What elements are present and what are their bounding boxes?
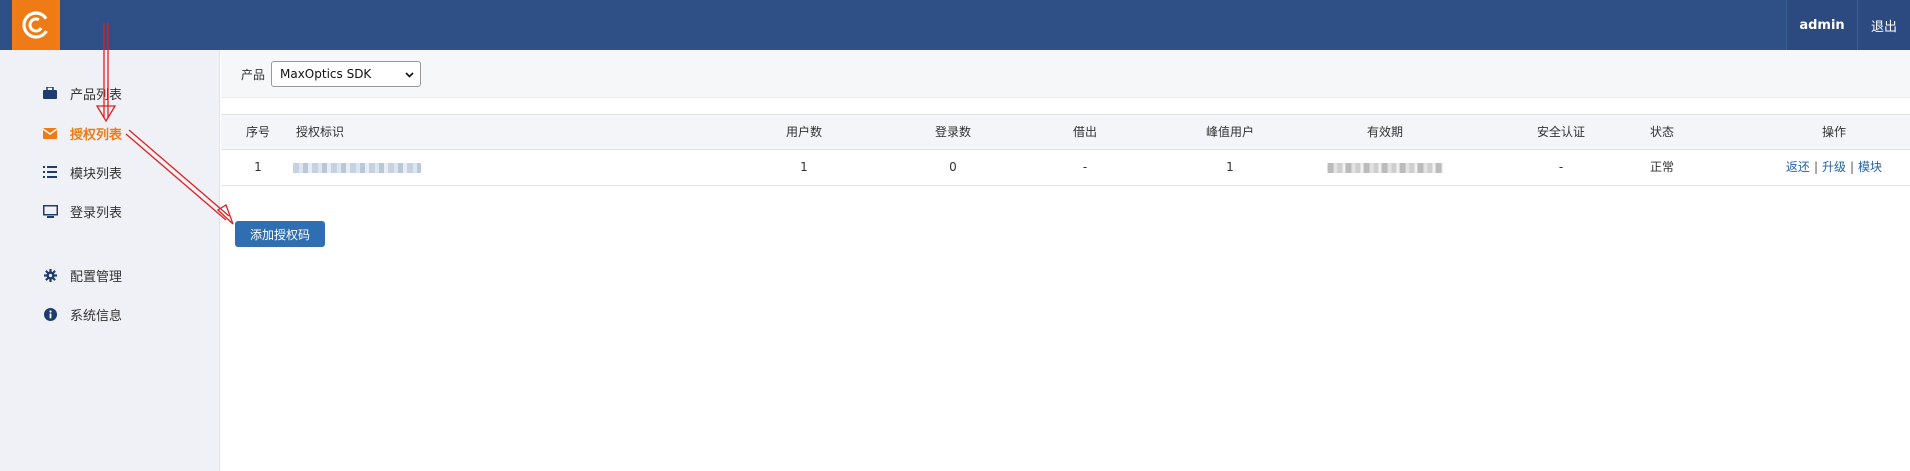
sidebar-item-licenses[interactable]: 授权列表 xyxy=(42,122,122,144)
sidebar-item-logins[interactable]: 登录列表 xyxy=(42,200,122,222)
validity-redacted xyxy=(1327,150,1443,184)
product-filter-label: 产品 xyxy=(241,68,266,82)
main-content: 产品 MaxOptics SDK 序号 授权标识 用户数 登录数 借出 峰值用户… xyxy=(221,50,1910,471)
sidebar: 产品列表 授权列表 模块列表 登录列表 配置管理 系统信息 xyxy=(0,50,220,471)
sidebar-item-label: 配置管理 xyxy=(70,269,123,285)
col-header-peak-users: 峰值用户 xyxy=(1205,125,1255,139)
monitor-icon xyxy=(42,203,58,219)
return-link[interactable]: 返还 xyxy=(1786,160,1810,174)
table-header: 序号 授权标识 用户数 登录数 借出 峰值用户 有效期 安全认证 状态 操作 xyxy=(221,114,1910,150)
modules-link[interactable]: 模块 xyxy=(1858,160,1882,174)
license-id-redacted[interactable] xyxy=(293,150,421,184)
row-status: 正常 xyxy=(1649,160,1675,174)
sidebar-item-sysinfo[interactable]: 系统信息 xyxy=(42,303,122,325)
chevron-down-icon xyxy=(405,72,414,78)
sidebar-item-label: 产品列表 xyxy=(70,87,123,103)
row-logins: 0 xyxy=(949,160,957,174)
gear-icon xyxy=(42,267,58,283)
action-separator: | xyxy=(1850,160,1855,174)
col-header-index: 序号 xyxy=(245,125,271,139)
action-separator: | xyxy=(1813,160,1818,174)
row-security: - xyxy=(1558,160,1564,174)
col-header-users: 用户数 xyxy=(785,125,823,139)
table-row: 1 1 0 - 1 - 正常 返还 | 升级 | 模块 xyxy=(221,150,1910,186)
product-select[interactable]: MaxOptics SDK xyxy=(271,61,421,87)
col-header-lent: 借出 xyxy=(1072,125,1098,139)
row-users: 1 xyxy=(800,160,808,174)
brand-logo-icon[interactable] xyxy=(12,0,60,50)
logout-link[interactable]: 退出 xyxy=(1858,0,1910,50)
add-license-button[interactable]: 添加授权码 xyxy=(235,221,325,247)
upgrade-link[interactable]: 升级 xyxy=(1822,160,1846,174)
col-header-security: 安全认证 xyxy=(1536,125,1586,139)
sidebar-item-config[interactable]: 配置管理 xyxy=(42,264,122,286)
briefcase-icon xyxy=(42,85,58,101)
sidebar-item-label: 模块列表 xyxy=(70,166,123,182)
info-icon xyxy=(42,306,58,322)
row-index: 1 xyxy=(254,160,262,174)
col-header-logins: 登录数 xyxy=(934,125,972,139)
row-actions: 返还 | 升级 | 模块 xyxy=(1786,150,1882,184)
sidebar-item-label: 授权列表 xyxy=(70,127,123,143)
sidebar-item-modules[interactable]: 模块列表 xyxy=(42,161,122,183)
envelope-icon xyxy=(42,125,58,141)
top-bar: admin 退出 xyxy=(0,0,1910,50)
list-icon xyxy=(42,164,58,180)
col-header-actions: 操作 xyxy=(1821,125,1847,139)
row-peak-users: 1 xyxy=(1226,160,1234,174)
row-lent: - xyxy=(1082,160,1088,174)
filter-bar: 产品 MaxOptics SDK xyxy=(221,50,1910,98)
sidebar-item-products[interactable]: 产品列表 xyxy=(42,82,122,104)
col-header-status: 状态 xyxy=(1649,125,1675,139)
sidebar-item-label: 登录列表 xyxy=(70,205,123,221)
current-user[interactable]: admin xyxy=(1786,0,1858,50)
sidebar-item-label: 系统信息 xyxy=(70,308,123,324)
col-header-license-id: 授权标识 xyxy=(296,125,345,139)
col-header-validity: 有效期 xyxy=(1366,125,1404,139)
product-select-value: MaxOptics SDK xyxy=(280,67,372,81)
